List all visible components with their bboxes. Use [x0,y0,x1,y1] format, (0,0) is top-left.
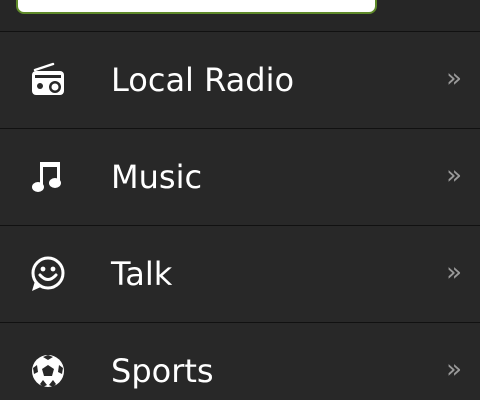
music-note-icon [29,158,67,196]
list-item-label: Local Radio [111,61,295,99]
soccer-ball-icon [29,352,67,390]
list-item-sports[interactable]: Sports » [0,322,480,400]
radio-icon [29,61,67,99]
chevron-right-icon: » [446,160,462,191]
chevron-right-icon: » [446,63,462,94]
smiley-speech-icon [29,255,67,293]
list-item-talk[interactable]: Talk » [0,225,480,322]
browse-screen: Local Radio » Music » Talk » Sports » [0,0,480,400]
chevron-right-icon: » [446,257,462,288]
list-item-label: Music [111,158,203,196]
search-input[interactable] [16,0,377,14]
list-item-music[interactable]: Music » [0,128,480,225]
list-item-label: Talk [111,255,173,293]
chevron-right-icon: » [446,354,462,385]
search-bar-area [0,0,480,31]
category-list: Local Radio » Music » Talk » Sports » [0,31,480,400]
list-item-label: Sports [111,352,214,390]
list-item-local-radio[interactable]: Local Radio » [0,31,480,128]
